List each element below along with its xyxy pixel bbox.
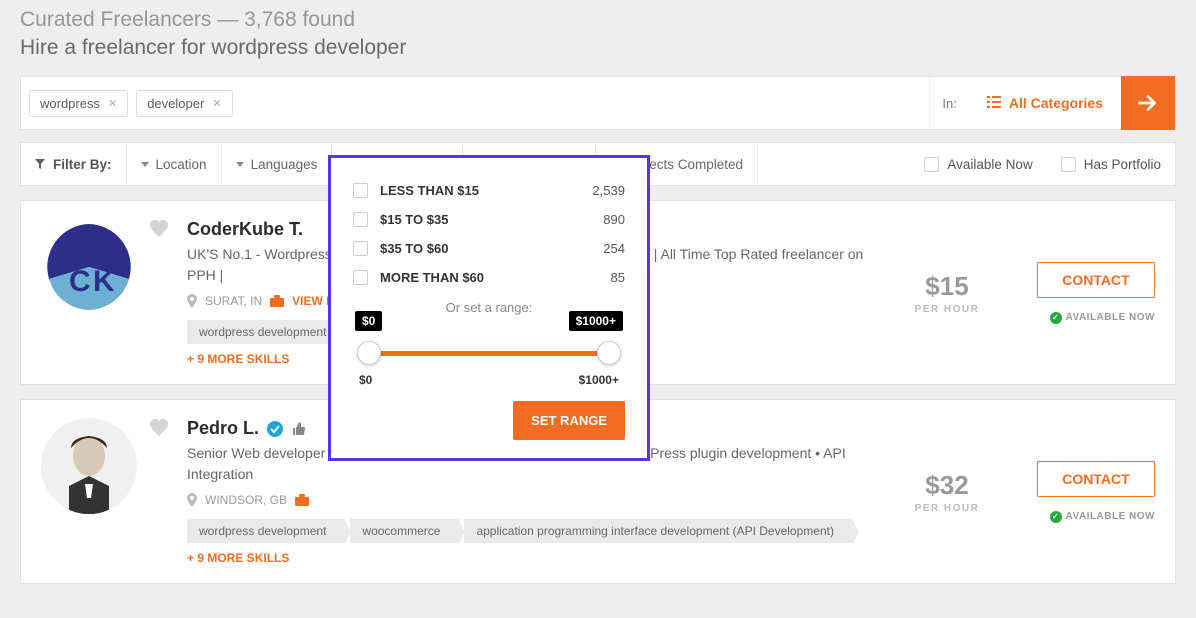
check-icon: ✓: [1050, 511, 1062, 523]
slider-max-bubble: $1000+: [569, 311, 623, 331]
hourly-rate: $32: [925, 470, 968, 501]
freelancer-name[interactable]: Pedro L.: [187, 418, 259, 439]
heart-icon[interactable]: [149, 418, 169, 438]
freelancer-name[interactable]: CoderKube T.: [187, 219, 303, 240]
search-bar: wordpress ✕ developer ✕ In: All Categories: [20, 76, 1176, 130]
pin-icon: [187, 294, 197, 308]
checkbox[interactable]: [353, 241, 368, 256]
checkbox[interactable]: [353, 183, 368, 198]
location: WINDSOR, GB: [205, 493, 287, 507]
skill-tag[interactable]: application programming interface develo…: [464, 519, 852, 543]
search-tag-developer[interactable]: developer ✕: [136, 90, 232, 117]
page-title: Curated Freelancers — 3,768 found: [20, 0, 1176, 36]
filter-has-portfolio[interactable]: Has Portfolio: [1047, 143, 1175, 185]
rate-option[interactable]: LESS THAN $152,539: [353, 176, 625, 205]
filter-available-now[interactable]: Available Now: [910, 143, 1046, 185]
more-skills-link[interactable]: + 9 MORE SKILLS: [187, 551, 869, 565]
verified-icon: [267, 421, 283, 437]
list-icon: [987, 95, 1001, 112]
checkbox[interactable]: [924, 157, 939, 172]
chevron-down-icon: [236, 162, 244, 167]
available-badge: ✓AVAILABLE NOW: [1050, 312, 1155, 324]
svg-text:K: K: [93, 265, 115, 298]
filter-by-label: Filter By:: [21, 143, 127, 185]
skill-tag[interactable]: woocommerce: [350, 519, 458, 543]
location: SURAT, IN: [205, 294, 262, 308]
filter-languages[interactable]: Languages: [222, 143, 333, 185]
checkbox[interactable]: [353, 212, 368, 227]
check-icon: ✓: [1050, 312, 1062, 324]
close-icon[interactable]: ✕: [212, 97, 221, 110]
briefcase-icon: [295, 494, 309, 506]
slider-handle-min[interactable]: [357, 341, 381, 365]
chevron-down-icon: [141, 162, 149, 167]
slider-track: [371, 351, 607, 356]
rate-option[interactable]: $35 TO $60254: [353, 234, 625, 263]
slider-min-bubble: $0: [355, 311, 382, 331]
available-badge: ✓AVAILABLE NOW: [1050, 511, 1155, 523]
skill-tag[interactable]: wordpress development: [187, 519, 344, 543]
rate-dropdown-panel: LESS THAN $152,539 $15 TO $35890 $35 TO …: [328, 155, 650, 461]
in-label: In:: [929, 77, 968, 129]
tag-label: developer: [147, 96, 204, 111]
filter-location[interactable]: Location: [127, 143, 222, 185]
contact-button[interactable]: CONTACT: [1037, 461, 1155, 497]
search-tags: wordpress ✕ developer ✕: [21, 90, 929, 117]
avatar[interactable]: CK: [41, 219, 137, 315]
page-subtitle: Hire a freelancer for wordpress develope…: [20, 36, 1176, 76]
rate-option[interactable]: $15 TO $35890: [353, 205, 625, 234]
per-label: PER HOUR: [915, 304, 980, 315]
checkbox[interactable]: [1061, 157, 1076, 172]
heart-icon[interactable]: [149, 219, 169, 239]
briefcase-icon: [270, 295, 284, 307]
contact-button[interactable]: CONTACT: [1037, 262, 1155, 298]
avatar[interactable]: [41, 418, 137, 514]
search-button[interactable]: [1121, 76, 1175, 130]
hourly-rate: $15: [925, 271, 968, 302]
categories-label: All Categories: [1009, 95, 1103, 111]
skill-tag[interactable]: wordpress development: [187, 320, 344, 344]
pin-icon: [187, 493, 197, 507]
slider-min-label: $0: [359, 373, 372, 387]
rate-option[interactable]: MORE THAN $6085: [353, 263, 625, 292]
close-icon[interactable]: ✕: [108, 97, 117, 110]
slider-max-label: $1000+: [579, 373, 619, 387]
funnel-icon: [35, 159, 45, 169]
categories-dropdown[interactable]: All Categories: [969, 77, 1121, 129]
thumbs-up-icon: [291, 421, 307, 437]
set-range-button[interactable]: SET RANGE: [513, 401, 625, 440]
slider-handle-max[interactable]: [597, 341, 621, 365]
per-label: PER HOUR: [915, 503, 980, 514]
tag-label: wordpress: [40, 96, 100, 111]
search-tag-wordpress[interactable]: wordpress ✕: [29, 90, 128, 117]
checkbox[interactable]: [353, 270, 368, 285]
arrow-right-icon: [1135, 90, 1161, 116]
svg-text:C: C: [69, 265, 91, 298]
rate-slider[interactable]: $0 $1000+: [357, 341, 621, 365]
skills-list: wordpress development woocommerce applic…: [187, 519, 869, 543]
